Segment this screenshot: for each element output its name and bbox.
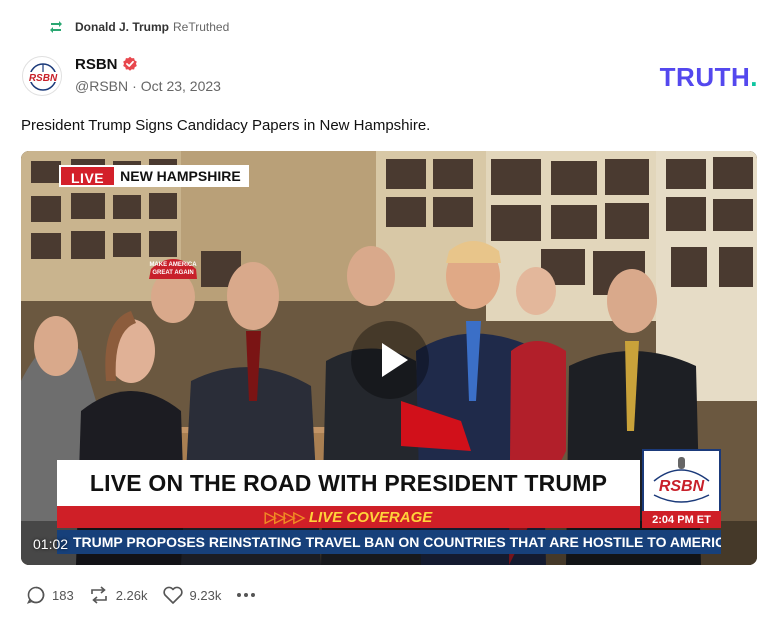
retruth-label: ReTruthed bbox=[173, 20, 230, 34]
live-label: LIVE bbox=[59, 165, 115, 187]
rsbn-avatar-logo: RSBN bbox=[27, 63, 59, 91]
post-date[interactable]: Oct 23, 2023 bbox=[141, 78, 221, 94]
live-coverage-bar: ▷▷▷▷ LIVE COVERAGE bbox=[57, 506, 640, 528]
video-timestamp: 01:02 bbox=[33, 536, 69, 552]
post-text: President Trump Signs Candidacy Papers i… bbox=[21, 117, 431, 134]
author-block: RSBN @RSBN · Oct 23, 2023 bbox=[75, 54, 221, 95]
author-handle[interactable]: @RSBN bbox=[75, 78, 128, 94]
post-header: RSBN RSBN @RSBN · Oct 23, 2023 TRUTH. bbox=[22, 52, 758, 100]
rsbn-network-logo: RSBN bbox=[642, 449, 721, 513]
broadcast-clock: 2:04 PM ET bbox=[642, 511, 721, 528]
like-button[interactable]: 9.23k bbox=[162, 585, 222, 605]
retruth-count: 2.26k bbox=[115, 587, 148, 603]
truth-logo-text: TRUTH bbox=[659, 62, 751, 92]
heart-icon bbox=[162, 586, 183, 604]
live-coverage-label: LIVE COVERAGE bbox=[308, 508, 433, 526]
retruth-button[interactable]: 2.26k bbox=[88, 585, 148, 605]
avatar[interactable]: RSBN bbox=[22, 56, 62, 96]
retruth-icon bbox=[50, 21, 62, 33]
avatar-text: RSBN bbox=[29, 73, 58, 84]
more-options-icon[interactable] bbox=[237, 593, 256, 597]
like-count: 9.23k bbox=[189, 587, 222, 603]
retruth-line: Donald J. Trump ReTruthed bbox=[48, 19, 229, 35]
reply-icon bbox=[26, 586, 45, 604]
verified-badge-icon bbox=[122, 56, 137, 71]
reply-count: 183 bbox=[52, 587, 74, 603]
microphone-icon bbox=[678, 457, 685, 469]
video-player[interactable]: MAKE AMERICA GREAT AGAIN LIVE NEW HAMPSH… bbox=[21, 151, 757, 565]
author-name[interactable]: RSBN bbox=[75, 56, 118, 73]
truth-logo-dot: . bbox=[750, 62, 758, 92]
arrows-icon: ▷▷▷▷ bbox=[264, 509, 305, 526]
news-ticker: TRUMP PROPOSES REINSTATING TRAVEL BAN ON… bbox=[57, 530, 721, 554]
hat-text-2: GREAT AGAIN bbox=[152, 270, 193, 276]
lower-third-banner: LIVE ON THE ROAD WITH PRESIDENT TRUMP bbox=[57, 460, 640, 506]
live-badge: LIVE NEW HAMPSHIRE bbox=[59, 165, 249, 187]
play-icon[interactable] bbox=[351, 321, 429, 399]
retruth-action-icon bbox=[90, 586, 107, 604]
network-name: RSBN bbox=[659, 478, 705, 495]
live-location: NEW HAMPSHIRE bbox=[114, 165, 249, 187]
reply-button[interactable]: 183 bbox=[26, 585, 74, 605]
meta-separator: · bbox=[132, 78, 137, 94]
retruth-user[interactable]: Donald J. Trump bbox=[75, 20, 169, 34]
hat-text-1: MAKE AMERICA bbox=[149, 262, 197, 268]
truth-logo[interactable]: TRUTH. bbox=[660, 62, 758, 93]
post-actions: 183 2.26k 9.23k bbox=[26, 585, 256, 605]
